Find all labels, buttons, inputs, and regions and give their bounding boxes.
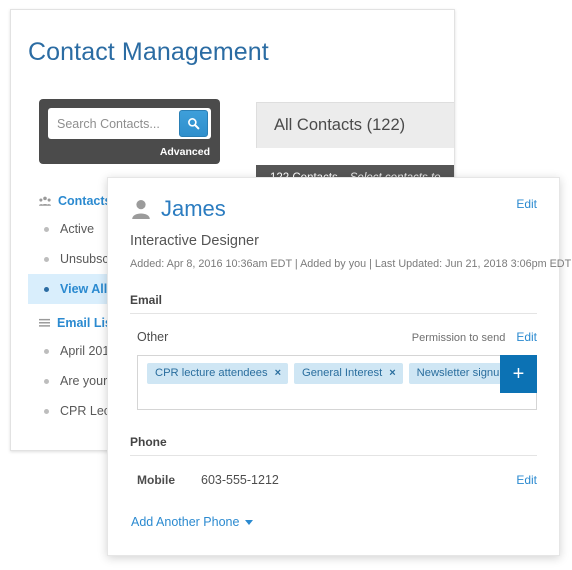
edit-contact-link[interactable]: Edit [516, 197, 537, 211]
email-type-label: Other [137, 330, 169, 344]
phone-row: Mobile 603-555-1212 Edit [130, 473, 537, 487]
sidebar-group-contacts-label: Contacts [58, 194, 112, 208]
contact-meta: Added: Apr 8, 2016 10:36am EDT | Added b… [130, 258, 572, 270]
email-row: Other Permission to send Edit [130, 330, 537, 344]
phone-section-title: Phone [130, 435, 537, 456]
bullet-icon [44, 286, 49, 292]
email-section: Email Other Permission to send Edit CPR … [130, 293, 537, 410]
add-another-phone-link[interactable]: Add Another Phone [130, 515, 254, 529]
magnifier-icon [188, 118, 200, 130]
edit-email-link[interactable]: Edit [516, 330, 537, 344]
tag-chip[interactable]: General Interest × [294, 363, 403, 384]
email-tags-box[interactable]: CPR lecture attendees × General Interest… [137, 355, 537, 410]
tag-label: Newsletter signups [416, 367, 512, 379]
card-header: James Edit Interactive Designer Added: A… [130, 178, 572, 270]
email-row-actions: Permission to send Edit [412, 330, 537, 344]
tab-all-contacts[interactable]: All Contacts (122) [256, 102, 454, 148]
add-another-phone-label: Add Another Phone [131, 515, 240, 529]
contact-detail-card: James Edit Interactive Designer Added: A… [107, 177, 572, 556]
bullet-icon [44, 256, 49, 262]
page-title: Contact Management [28, 38, 269, 66]
edit-phone-link[interactable]: Edit [516, 473, 537, 487]
advanced-search-link[interactable]: Advanced [48, 139, 211, 158]
search-row [48, 108, 211, 139]
remove-tag-icon[interactable]: × [389, 367, 395, 379]
tag-label: General Interest [302, 367, 383, 379]
phone-type-label: Mobile [137, 473, 175, 487]
bullet-icon [44, 378, 49, 384]
email-tags-list: CPR lecture attendees × General Interest… [138, 356, 536, 384]
permission-to-send-label: Permission to send [411, 332, 506, 344]
search-button[interactable] [179, 110, 208, 137]
remove-tag-icon[interactable]: × [275, 367, 281, 379]
person-avatar-icon [132, 200, 150, 219]
phone-number-value: 603-555-1212 [201, 473, 279, 487]
search-widget: Advanced [39, 99, 220, 164]
search-input[interactable] [48, 116, 179, 131]
bullet-icon [44, 408, 49, 414]
contacts-icon [39, 196, 51, 206]
contact-name-row: James [130, 196, 537, 222]
tag-chip[interactable]: CPR lecture attendees × [147, 363, 288, 384]
bullet-icon [44, 226, 49, 232]
bullet-icon [44, 348, 49, 354]
contact-name: James [161, 196, 226, 221]
email-section-title: Email [130, 293, 537, 314]
phone-section: Phone Mobile 603-555-1212 Edit Add Anoth… [130, 435, 537, 531]
sidebar-item-active-label: Active [60, 222, 95, 236]
caret-down-icon [245, 519, 254, 525]
list-icon [39, 318, 50, 327]
contact-role: Interactive Designer [130, 233, 259, 249]
add-tag-button[interactable]: + [500, 355, 537, 393]
tab-all-contacts-label: All Contacts (122) [274, 116, 406, 134]
tag-label: CPR lecture attendees [155, 367, 268, 379]
